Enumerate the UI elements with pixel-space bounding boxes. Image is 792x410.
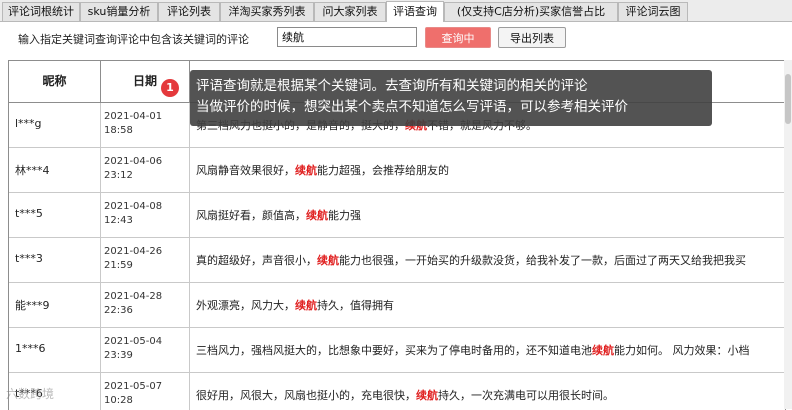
- keyword-highlight: 续航: [295, 164, 317, 177]
- table-row[interactable]: 能***9 2021-04-28 22:36 外观漂亮，风力大，续航持久，值得拥有: [9, 283, 785, 328]
- tab-comment-wordcloud[interactable]: 评论词云图: [618, 2, 688, 21]
- tab-bar: 评论词根统计 sku销量分析 评论列表 洋淘买家秀列表 问大家列表 评语查询 (…: [0, 0, 792, 22]
- date-cell: 2021-04-28 22:36: [101, 283, 190, 327]
- date-cell: 2021-05-07 10:28: [101, 373, 190, 410]
- query-button[interactable]: 查询中: [425, 27, 491, 48]
- comment-text: 风扇静音效果很好，: [196, 164, 295, 177]
- table-row[interactable]: 1***6 2021-05-04 23:39 三档风力，强档风挺大的，比想象中要好…: [9, 328, 785, 373]
- keyword-highlight: 续航: [317, 254, 339, 267]
- date-value: 2021-04-26: [104, 246, 163, 257]
- table-row[interactable]: t***6 2021-05-07 10:28 很好用，风很大，风扇也挺小的，充电很…: [9, 373, 785, 410]
- tab-ask-everyone-list[interactable]: 问大家列表: [314, 2, 386, 21]
- time-value: 23:12: [104, 170, 133, 181]
- comment-text: 能力强: [328, 209, 361, 222]
- comment-text: 很好用，风很大，风扇也挺小的，充电很快，: [196, 389, 416, 402]
- tab-buyer-credit-ratio[interactable]: (仅支持C店分析)买家信誉占比: [444, 2, 618, 21]
- query-label: 输入指定关键词查询评论中包含该关键词的评论: [18, 33, 249, 46]
- date-cell: 2021-05-04 23:39: [101, 328, 190, 372]
- comment-text: 风扇挺好看，颜值高，: [196, 209, 306, 222]
- comment-cell: 真的超级好，声音很小，续航能力也很强，一开始买的升级款没货，给我补发了一款，后面…: [190, 238, 785, 282]
- comment-text: 持久，值得拥有: [317, 299, 394, 312]
- time-value: 21:59: [104, 260, 133, 271]
- export-list-button[interactable]: 导出列表: [498, 27, 566, 48]
- comment-cell: 外观漂亮，风力大，续航持久，值得拥有: [190, 283, 785, 327]
- vertical-scrollbar[interactable]: [784, 60, 792, 409]
- time-value: 18:58: [104, 125, 133, 136]
- comment-cell: 风扇挺好看，颜值高，续航能力强: [190, 193, 785, 237]
- date-value: 2021-04-06: [104, 156, 163, 167]
- date-value: 2021-04-01: [104, 111, 163, 122]
- time-value: 12:43: [104, 215, 133, 226]
- date-cell: 2021-04-26 21:59: [101, 238, 190, 282]
- nickname-cell: 林***4: [9, 148, 101, 192]
- nickname-cell: 1***6: [9, 328, 101, 372]
- tooltip-line-2: 当做评价的时候，想突出某个卖点不知道怎么写评语，可以参考相关评价: [196, 99, 628, 115]
- comment-text: 三档风力，强档风挺大的，比想象中要好，买来为了停电时备用的，还不知道电池: [196, 344, 592, 357]
- date-value: 2021-05-07: [104, 381, 163, 392]
- nickname-cell: t***5: [9, 193, 101, 237]
- keyword-input[interactable]: [277, 27, 417, 47]
- date-cell: 2021-04-01 18:58: [101, 103, 190, 147]
- comment-text: 外观漂亮，风力大，: [196, 299, 295, 312]
- tab-buyer-show-list[interactable]: 洋淘买家秀列表: [220, 2, 314, 21]
- tab-comment-list[interactable]: 评论列表: [158, 2, 220, 21]
- tab-sku-sales[interactable]: sku销量分析: [80, 2, 158, 21]
- date-cell: 2021-04-08 12:43: [101, 193, 190, 237]
- keyword-highlight: 续航: [592, 344, 614, 357]
- keyword-highlight: 续航: [295, 299, 317, 312]
- comment-cell: 三档风力，强档风挺大的，比想象中要好，买来为了停电时备用的，还不知道电池续航能力…: [190, 328, 785, 372]
- time-value: 10:28: [104, 395, 133, 406]
- table-row[interactable]: t***3 2021-04-26 21:59 真的超级好，声音很小，续航能力也很强…: [9, 238, 785, 283]
- comment-text: 持久，一次充满电可以用很长时间。: [438, 389, 614, 402]
- keyword-highlight: 续航: [306, 209, 328, 222]
- help-tooltip: 评语查询就是根据某个关键词。去查询所有和关键词的相关的评论 当做评价的时候，想突…: [190, 70, 712, 126]
- nickname-cell: t***3: [9, 238, 101, 282]
- comment-cell: 风扇静音效果很好，续航能力超强，会推荐给朋友的: [190, 148, 785, 192]
- watermark: 六数跨境: [6, 387, 55, 401]
- nickname-cell: l***g: [9, 103, 101, 147]
- comment-text: 能力如何。 风力效果：小档: [614, 344, 750, 357]
- tooltip-line-1: 评语查询就是根据某个关键词。去查询所有和关键词的相关的评论: [196, 78, 588, 94]
- date-value: 2021-04-08: [104, 201, 163, 212]
- tab-review-query[interactable]: 评语查询: [386, 1, 444, 22]
- date-value: 2021-04-28: [104, 291, 163, 302]
- table-row[interactable]: 林***4 2021-04-06 23:12 风扇静音效果很好，续航能力超强，会推…: [9, 148, 785, 193]
- time-value: 23:39: [104, 350, 133, 361]
- nickname-cell: 能***9: [9, 283, 101, 327]
- table-row[interactable]: t***5 2021-04-08 12:43 风扇挺好看，颜值高，续航能力强: [9, 193, 785, 238]
- comment-text: 能力也很强，一开始买的升级款没货，给我补发了一款，后面过了两天又给我把我买: [339, 254, 746, 267]
- date-value: 2021-05-04: [104, 336, 163, 347]
- tooltip-badge: 1: [161, 79, 179, 97]
- comment-cell: 很好用，风很大，风扇也挺小的，充电很快，续航持久，一次充满电可以用很长时间。: [190, 373, 785, 410]
- comment-text: 能力超强，会推荐给朋友的: [317, 164, 449, 177]
- date-cell: 2021-04-06 23:12: [101, 148, 190, 192]
- tab-comment-root-stats[interactable]: 评论词根统计: [2, 2, 80, 21]
- column-header-nickname[interactable]: 昵称: [9, 61, 101, 102]
- time-value: 22:36: [104, 305, 133, 316]
- keyword-highlight: 续航: [416, 389, 438, 402]
- scrollbar-thumb[interactable]: [785, 74, 791, 124]
- comment-text: 真的超级好，声音很小，: [196, 254, 317, 267]
